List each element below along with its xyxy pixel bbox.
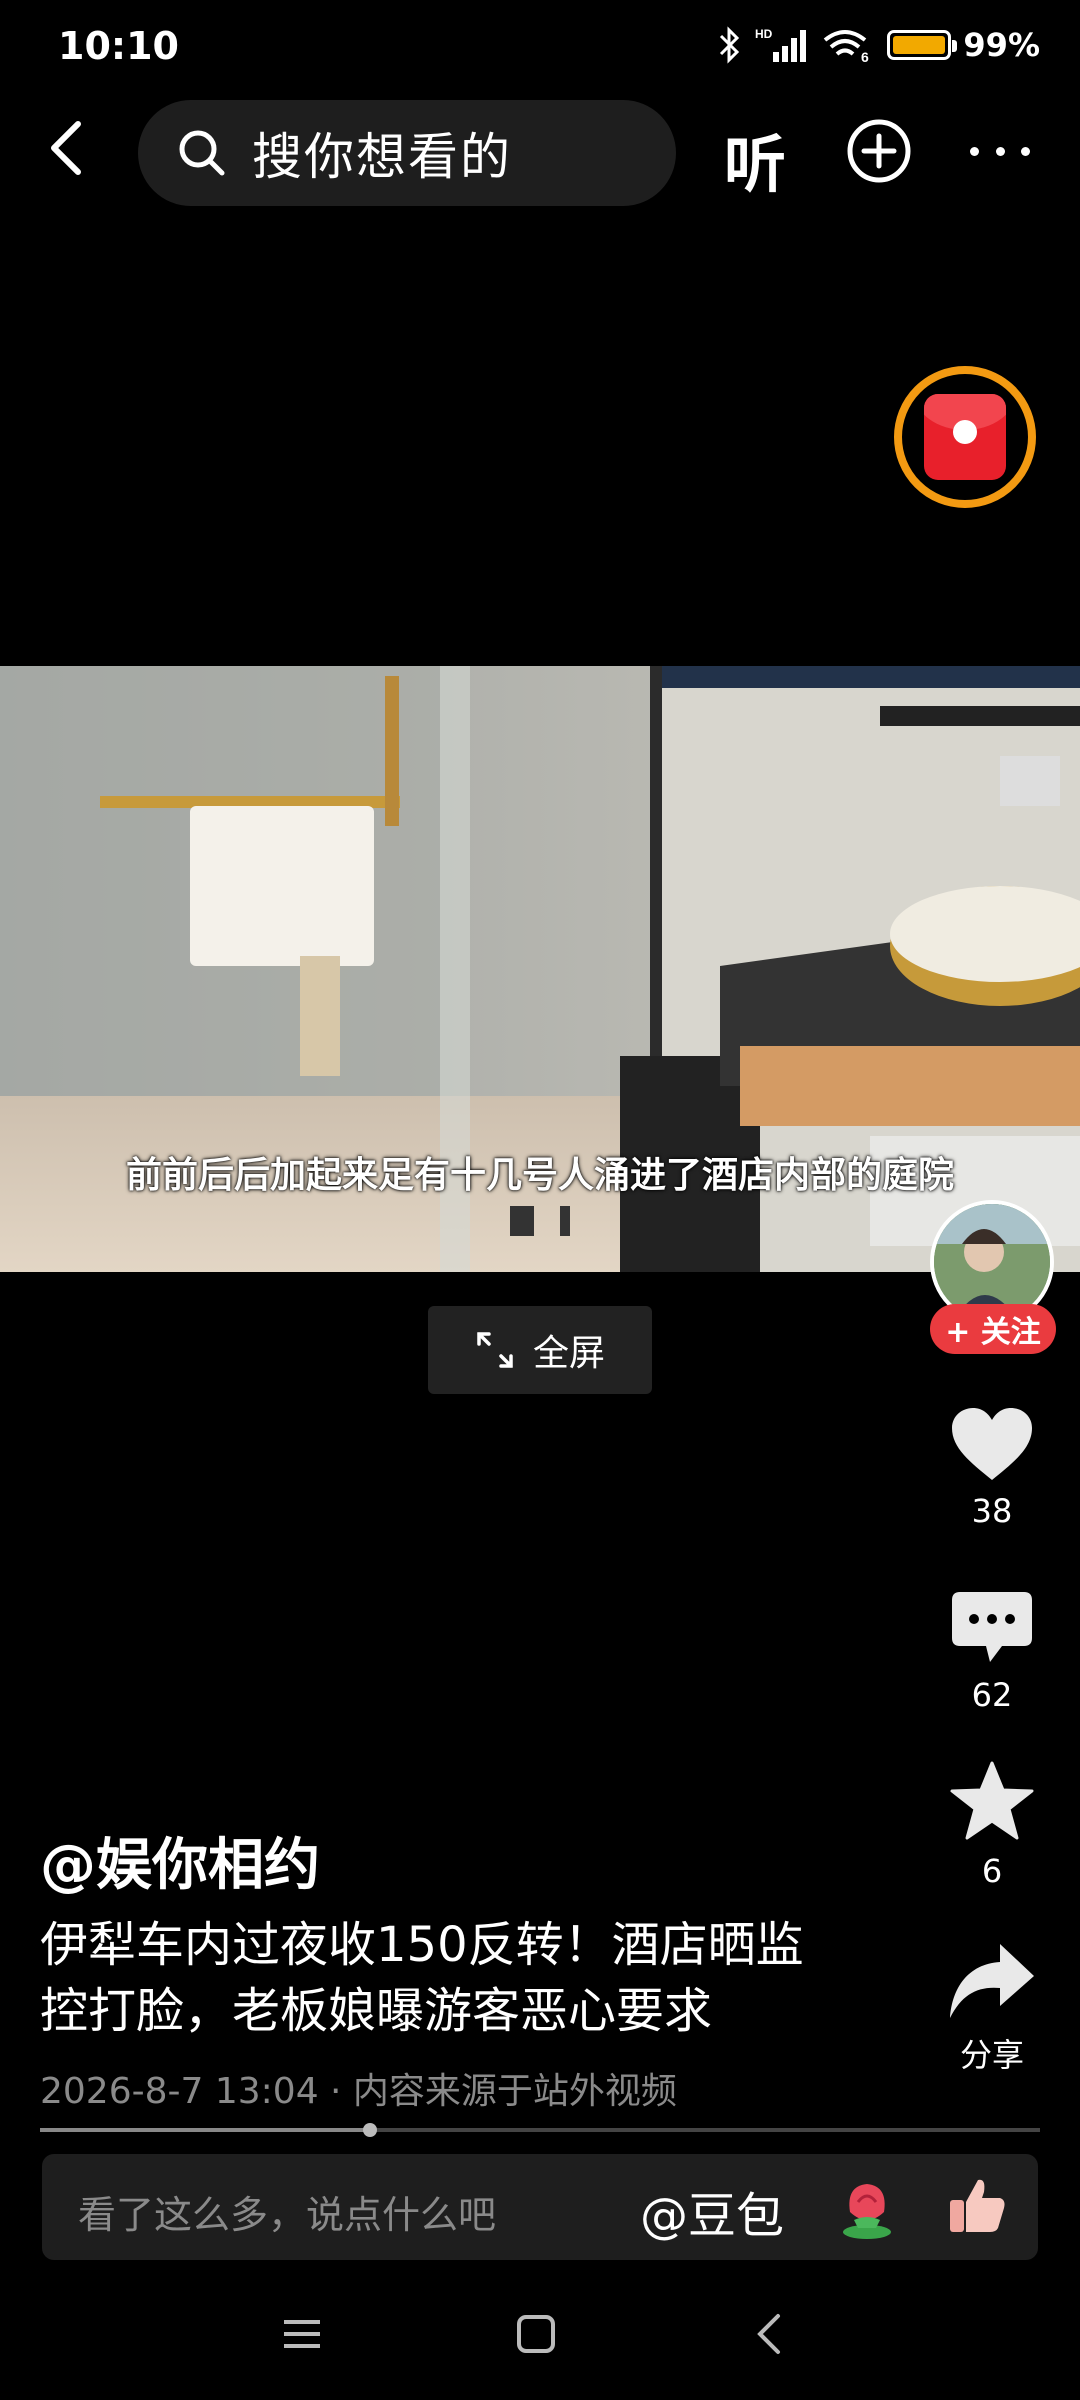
post-meta: 2026-8-7 13:04 · 内容来源于站外视频 [40, 2071, 677, 2112]
comment-count: 62 [971, 1676, 1013, 1714]
video-subtitle: 前前后后加起来足有十几号人涌进了酒店内部的庭院 [125, 1155, 954, 1196]
favorite-button[interactable]: 6 [930, 1760, 1054, 1890]
red-packet-icon[interactable] [894, 366, 1036, 508]
back-button[interactable] [38, 116, 102, 180]
comment-icon [952, 1592, 1032, 1662]
search-input[interactable]: 搜你想看的 [138, 100, 676, 206]
status-time: 10:10 [58, 24, 179, 68]
top-nav: 搜你想看的 听 [0, 96, 1080, 216]
expand-icon [477, 1332, 513, 1368]
like-count: 38 [971, 1492, 1013, 1530]
comment-placeholder: 看了这么多，说点什么吧 [78, 2193, 497, 2237]
svg-text:6: 6 [861, 49, 869, 64]
video-player[interactable]: 前前后后加起来足有十几号人涌进了酒店内部的庭院 [0, 666, 1080, 1272]
progress-knob[interactable] [363, 2123, 377, 2137]
comment-input[interactable]: 看了这么多，说点什么吧 @豆包 [42, 2154, 1038, 2260]
battery-icon [887, 30, 958, 60]
fullscreen-button[interactable]: 全屏 [428, 1306, 652, 1394]
avatar-image [934, 1204, 1050, 1320]
search-placeholder: 搜你想看的 [252, 128, 512, 186]
fullscreen-label: 全屏 [532, 1333, 605, 1374]
status-bar: 10:10 HD 6 99% [0, 0, 1080, 96]
listen-button[interactable]: 听 [724, 114, 786, 204]
heart-icon [952, 1408, 1032, 1480]
share-label: 分享 [959, 2036, 1024, 2074]
menu-icon[interactable] [272, 2304, 332, 2364]
back-nav-icon[interactable] [740, 2304, 800, 2364]
favorite-count: 6 [981, 1852, 1003, 1890]
more-options-icon[interactable] [970, 136, 1030, 166]
system-nav-bar [0, 2280, 1080, 2400]
mention-doubao-button[interactable]: @豆包 [640, 2176, 784, 2246]
follow-button[interactable]: + 关注 [930, 1304, 1056, 1354]
signal-icon: HD [755, 27, 807, 62]
battery-level [893, 36, 945, 54]
search-icon [179, 130, 225, 176]
svg-text:HD: HD [755, 27, 773, 41]
flower-icon[interactable] [832, 2172, 902, 2242]
progress-fill [40, 2128, 370, 2132]
post-title-line: 控打脸，老板娘曝游客恶心要求 [40, 1983, 713, 2039]
home-icon[interactable] [506, 2304, 566, 2364]
post-title-line: 伊犁车内过夜收150反转！酒店晒监 [40, 1917, 804, 1973]
share-button[interactable]: 分享 [930, 1942, 1054, 2076]
like-button[interactable]: 38 [930, 1406, 1054, 1530]
video-progress-bar[interactable] [40, 2123, 1040, 2137]
thumbs-up-icon[interactable] [942, 2170, 1012, 2240]
post-title: 伊犁车内过夜收150反转！酒店晒监 控打脸，老板娘曝游客恶心要求 [40, 1912, 880, 2044]
add-circle-icon[interactable] [846, 118, 912, 184]
share-icon [950, 1944, 1034, 2018]
status-icons: HD 6 99% [717, 26, 1040, 64]
star-icon [950, 1761, 1034, 1840]
comment-button[interactable]: 62 [930, 1590, 1054, 1714]
bluetooth-icon [720, 26, 740, 64]
author-name[interactable]: @娱你相约 [40, 1820, 320, 1901]
battery-text: 99% [963, 26, 1040, 64]
wifi-icon: 6 [824, 30, 869, 64]
